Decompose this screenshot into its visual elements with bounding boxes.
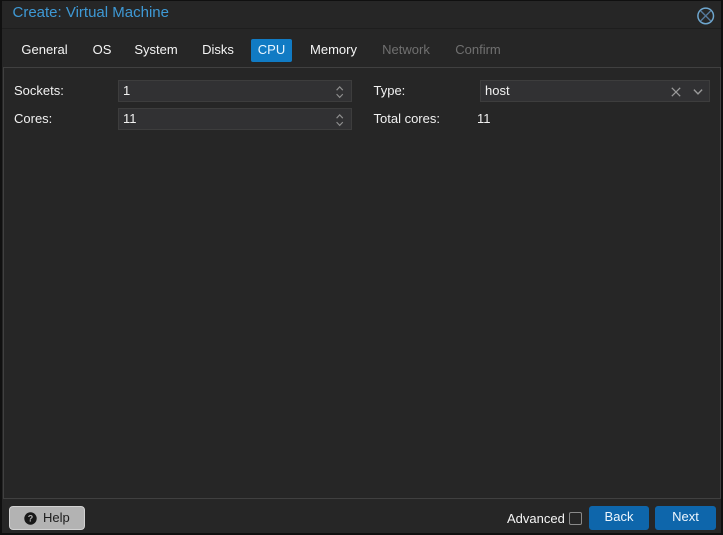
svg-text:?: ? (28, 514, 34, 524)
